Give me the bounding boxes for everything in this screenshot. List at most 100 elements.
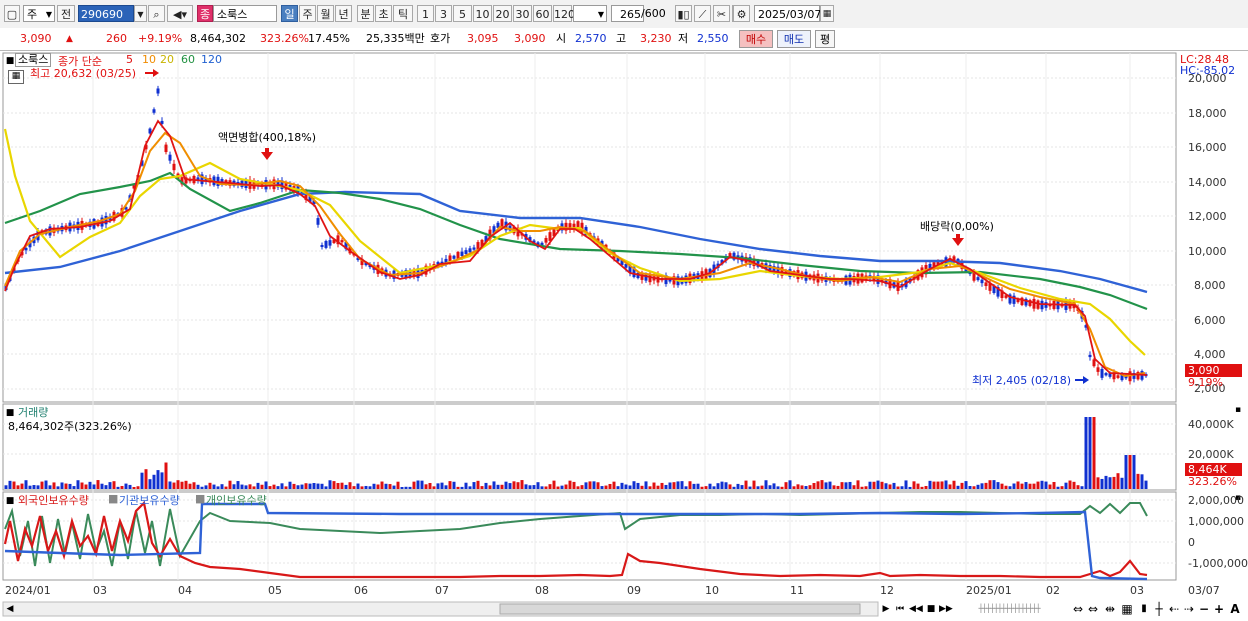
count-3[interactable]: 3 [435,5,452,22]
volume-bar [468,486,472,489]
volume-bar [828,481,832,489]
volume-bar [976,484,980,489]
candle-body [980,279,984,284]
interval-week[interactable]: 주 [299,5,316,22]
speaker-icon[interactable]: ◀▾ [167,5,193,22]
volume-bar [984,482,988,489]
period-select[interactable]: 주 ▼ [23,5,55,22]
volume-bar [724,482,728,489]
close-icon[interactable]: ▪ [1233,405,1243,415]
volume-bar [1144,480,1148,489]
volume-bar [628,485,632,489]
x-label: 03 [93,584,107,597]
volume-bar [20,483,24,489]
foreign-holdings-legend: 외국인보유수량 [18,494,89,507]
volume-bar [996,482,1000,489]
open-label: 시 [556,32,567,45]
candle-icon[interactable]: ▮▯ [675,5,692,22]
interval-year[interactable]: 년 [335,5,352,22]
scrollbar-thumb[interactable] [499,603,861,615]
chart-svg[interactable] [0,51,1248,621]
search-icon[interactable]: ⌕ [148,5,165,22]
volume-bar [696,483,700,489]
candle-body [1032,298,1036,309]
interval-tick[interactable]: 틱 [393,5,413,22]
volume-bar [680,481,684,489]
zoom-in-icon[interactable]: + [1213,602,1225,616]
interval-second[interactable]: 초 [375,5,392,22]
candle-body [1092,359,1096,367]
volume-bar [1008,486,1012,489]
volume-bar [288,481,292,489]
eval-button[interactable]: 평 [815,30,835,48]
volume-bar [480,486,484,489]
volume-bar [508,483,512,489]
buy-button[interactable]: 매수 [739,30,773,48]
window-icon[interactable]: ▢ [4,5,20,22]
volume-bar [1020,483,1024,489]
zoom-slider[interactable]: ┼┼┼┼┼┼┼┼┼┼┼┼┼┼┼┼ [954,603,1064,615]
count-1[interactable]: 1 [417,5,434,22]
volume-bar [364,485,368,489]
bar-icon[interactable]: ▮ [1138,602,1150,616]
font-size-icon[interactable]: A [1229,602,1241,616]
sell-button[interactable]: 매도 [777,30,811,48]
grid-icon[interactable]: ▦ [1121,602,1133,616]
volume-bar [824,482,828,489]
count-10[interactable]: 10 [473,5,492,22]
volume-bar [904,480,908,489]
volume-bar [252,486,256,489]
crosshair-icon[interactable]: ┼ [1153,602,1165,616]
volume-bar [244,485,248,489]
panel-menu-icon[interactable]: ■ [5,54,15,68]
calendar-icon[interactable]: ▦ [820,5,834,22]
volume-bar [1092,417,1096,489]
custom-count-select[interactable]: ▼ [573,5,607,22]
grid-table-icon[interactable]: ▦ [8,70,24,84]
low-label: 저 [678,32,689,45]
interval-minute[interactable]: 분 [357,5,374,22]
chevron-down-icon[interactable]: ▼ [134,5,147,22]
play-forward-icon[interactable]: ▶▶ [939,602,953,616]
volume-bar [108,482,112,489]
view-count-input[interactable]: 265 [611,5,644,22]
volume-bar [616,486,620,489]
zoom-out-icon[interactable]: − [1198,602,1210,616]
expand-icon[interactable]: ⇔ [1087,602,1099,616]
interval-month[interactable]: 월 [317,5,334,22]
stop-icon[interactable]: ■ [925,602,937,616]
volume-bar [456,486,460,489]
volume-bar [936,481,940,489]
count-60[interactable]: 60 [533,5,552,22]
scroll-right-icon[interactable]: ▶ [880,602,892,616]
arrow-left-icon[interactable]: ⇠ [1168,602,1180,616]
volume-bar [1104,475,1108,489]
shrink-icon[interactable]: ⇹ [1104,602,1116,616]
volume-bar [184,480,188,489]
volume-bar [1000,483,1004,489]
stock-name-field[interactable]: 소룩스 [213,5,277,22]
count-30[interactable]: 30 [513,5,532,22]
play-back-icon[interactable]: ◀◀ [909,602,923,616]
panel-menu-icon[interactable]: ■ [5,494,15,508]
date-input[interactable]: 2025/03/07 [754,5,821,22]
count-5[interactable]: 5 [453,5,472,22]
prev-button[interactable]: 전 [57,5,75,22]
volume-bar [152,474,156,489]
scroll-left-icon[interactable]: ◀ [4,602,16,616]
gear-icon[interactable]: ⚙ [733,5,750,22]
arrow-right-icon[interactable]: ⇢ [1183,602,1195,616]
stock-code-input[interactable]: 290690 [78,5,134,22]
institution-holdings-legend: 기관보유수량 [119,494,180,507]
chart-area: ■ 소룩스 종가 단순 5 10 20 60 120 최고 20,632 (03… [0,51,1248,621]
fit-icon[interactable]: ⇔ [1072,602,1084,616]
volume-bar [820,480,824,489]
rewind-icon[interactable]: ⏮ [893,602,907,616]
count-120[interactable]: 120 [553,5,575,22]
volume-bar [248,484,252,489]
interval-day[interactable]: 일 [281,5,298,22]
count-20[interactable]: 20 [493,5,512,22]
volume-bar [264,481,268,489]
draw-tool-icon[interactable]: ⟋ [694,5,711,22]
tools-icon[interactable]: ✂ [713,5,730,22]
